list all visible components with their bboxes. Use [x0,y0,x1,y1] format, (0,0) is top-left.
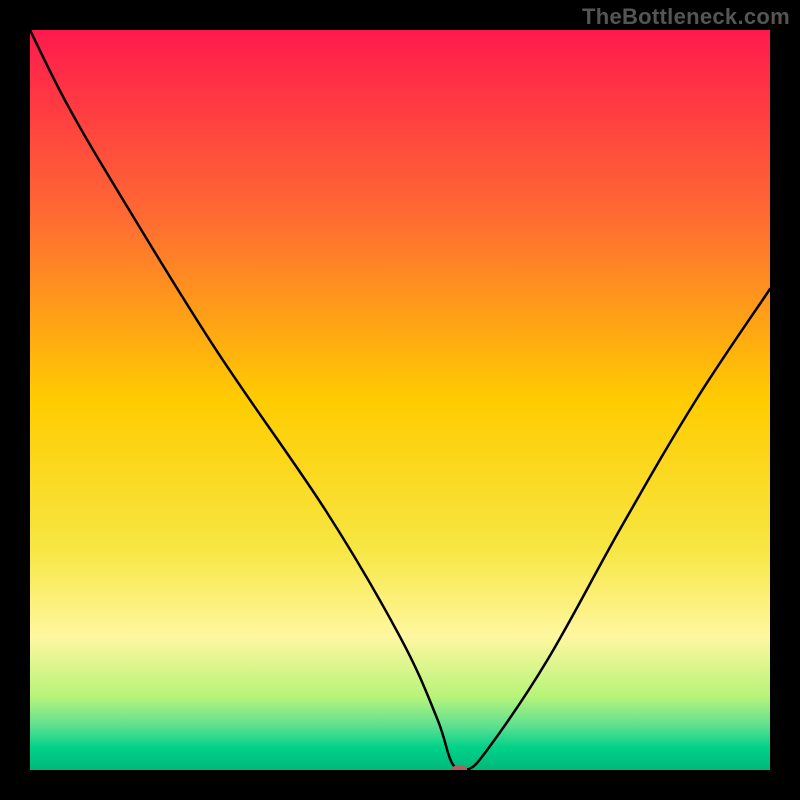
plot-area [30,30,770,770]
watermark-text: TheBottleneck.com [582,4,790,30]
bottleneck-chart [30,30,770,770]
gradient-background [30,30,770,770]
chart-frame: TheBottleneck.com [0,0,800,800]
